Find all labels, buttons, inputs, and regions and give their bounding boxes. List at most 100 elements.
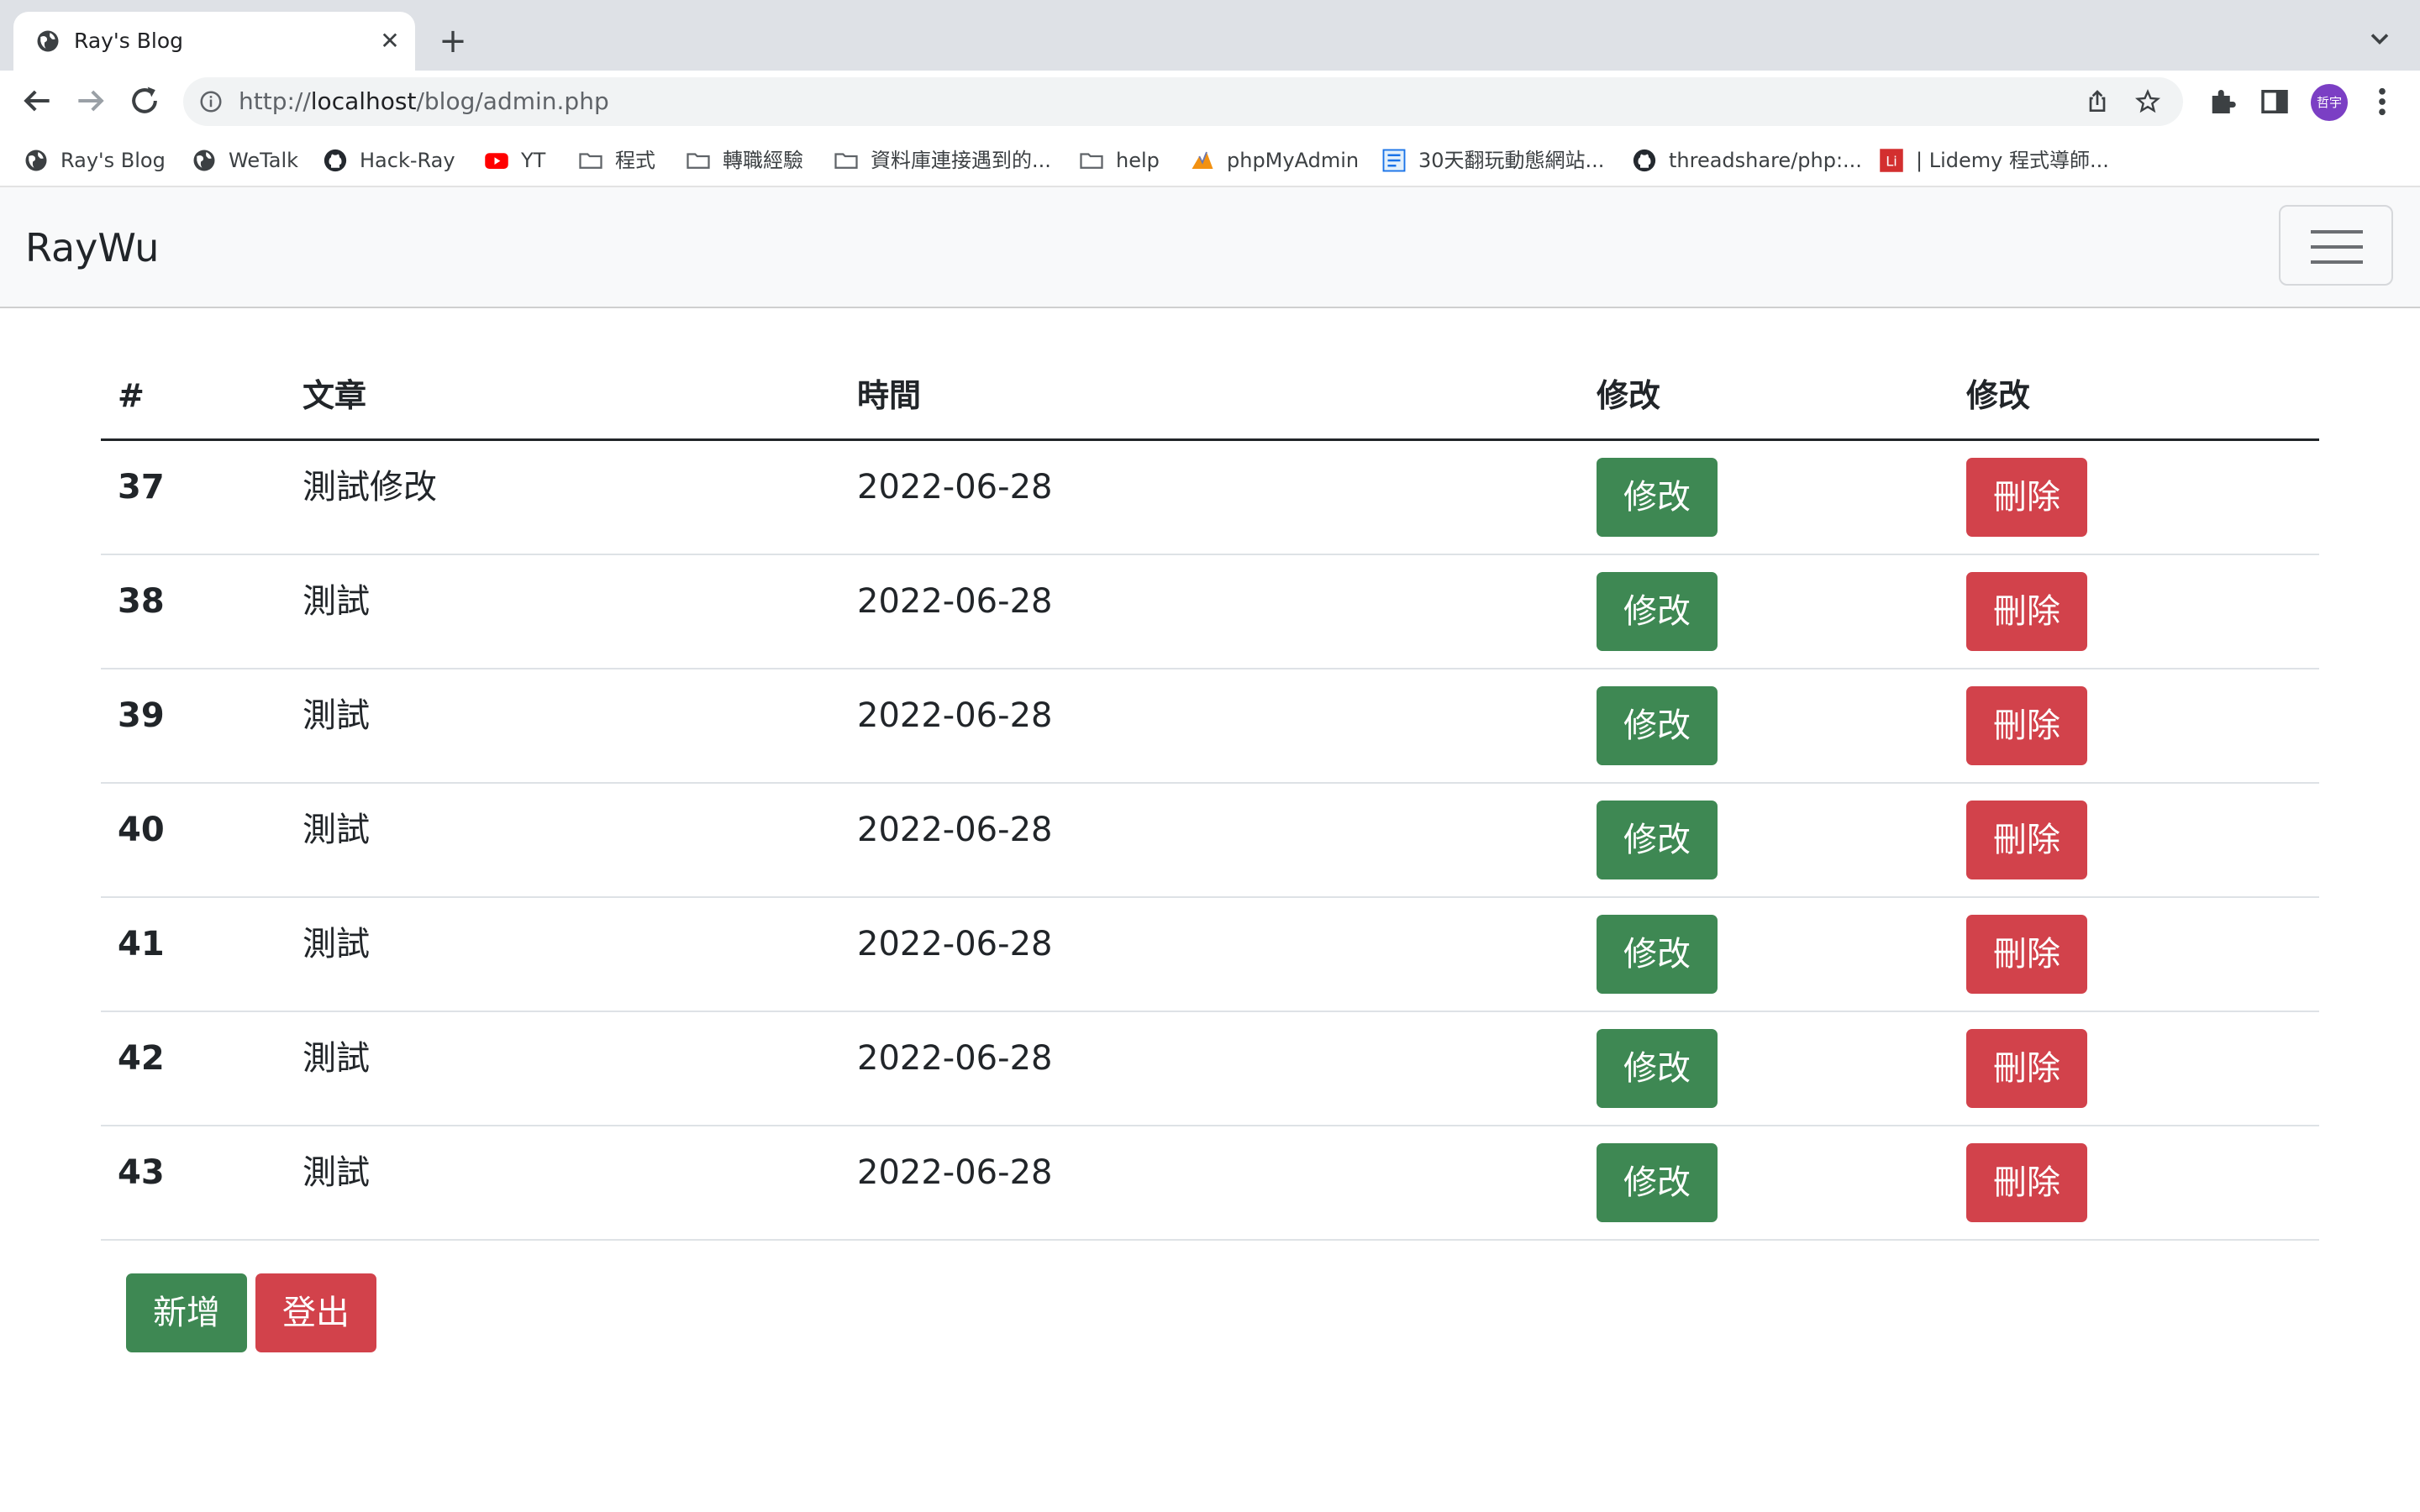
tab-strip: Ray's Blog ✕ + [0,0,2420,71]
edit-button[interactable]: 修改 [1597,915,1718,994]
post-date: 2022-06-28 [857,925,1053,963]
delete-button[interactable]: 刪除 [1966,572,2087,651]
edit-button[interactable]: 修改 [1597,1143,1718,1222]
post-date: 2022-06-28 [857,468,1053,507]
post-title: 測試修改 [302,468,437,507]
table-row: 40 測試 2022-06-28 修改 刪除 [101,784,2319,898]
url-text[interactable]: http://localhost/blog/admin.php [239,87,609,116]
tab-close-button[interactable]: ✕ [375,26,405,56]
folder-icon [1080,153,1103,169]
browser-toolbar: http://localhost/blog/admin.php 哲宇 Ray's… [0,71,2420,198]
browser-tab[interactable]: Ray's Blog ✕ [13,12,415,71]
delete-button[interactable]: 刪除 [1966,458,2087,537]
hamburger-menu-icon [2311,230,2363,264]
globe-icon [37,30,59,52]
edit-button[interactable]: 修改 [1597,458,1718,537]
post-date: 2022-06-28 [857,811,1053,849]
delete-button[interactable]: 刪除 [1966,1029,2087,1108]
post-id: 42 [118,1039,165,1078]
navbar-toggler-button[interactable] [2279,205,2393,286]
logout-button[interactable]: 登出 [255,1273,376,1352]
side-panel-icon[interactable] [2257,84,2292,119]
post-id: 41 [118,925,165,963]
bookmark-folder-help[interactable]: help [1079,144,1160,176]
post-title: 測試 [302,811,370,849]
table-row: 37 測試修改 2022-06-28 修改 刪除 [101,441,2319,555]
column-header-id: # [118,377,145,414]
bookmark-rays-blog[interactable]: Ray's Blog [24,144,166,176]
delete-button[interactable]: 刪除 [1966,915,2087,994]
column-header-delete: 修改 [1966,377,2031,414]
column-header-edit: 修改 [1597,377,1661,414]
post-id: 38 [118,582,165,621]
new-tab-button[interactable]: + [434,22,472,60]
post-date: 2022-06-28 [857,696,1053,735]
forward-arrow-icon[interactable] [72,82,109,119]
table-row: 43 測試 2022-06-28 修改 刪除 [101,1126,2319,1241]
folder-icon [687,153,710,169]
post-id: 43 [118,1153,165,1192]
column-header-time: 時間 [857,377,922,414]
bookmark-hack-ray[interactable]: Hack-Ray [323,144,455,176]
post-id: 40 [118,811,165,849]
edit-button[interactable]: 修改 [1597,1029,1718,1108]
lidemy-icon: Li [1880,149,1903,172]
add-post-button[interactable]: 新增 [126,1273,247,1352]
youtube-icon [485,153,508,169]
share-icon[interactable] [2084,88,2111,115]
edit-button[interactable]: 修改 [1597,572,1718,651]
globe-icon [193,150,215,171]
post-id: 37 [118,468,165,507]
phpmyadmin-icon [1192,151,1213,169]
delete-button[interactable]: 刪除 [1966,686,2087,765]
navbar-brand[interactable]: RayWu [25,224,159,271]
github-icon [1633,149,1656,172]
table-header: # 文章 時間 修改 修改 [101,353,2319,441]
posts-table: # 文章 時間 修改 修改 37 測試修改 2022-06-28 修改 刪除 3… [101,353,2319,1241]
edit-button[interactable]: 修改 [1597,801,1718,879]
post-title: 測試 [302,1039,370,1078]
post-date: 2022-06-28 [857,1153,1053,1192]
post-date: 2022-06-28 [857,1039,1053,1078]
table-row: 38 測試 2022-06-28 修改 刪除 [101,555,2319,669]
post-title: 測試 [302,696,370,735]
bookmark-30-days[interactable]: 30天翻玩動態網站... [1381,144,1604,176]
post-id: 39 [118,696,165,735]
folder-icon [834,153,858,169]
address-bar[interactable]: http://localhost/blog/admin.php [183,77,2183,126]
profile-avatar[interactable]: 哲宇 [2311,84,2348,121]
bookmark-folder-programs[interactable]: 程式 [578,144,655,176]
bookmark-threadshare[interactable]: threadshare/php:... [1632,144,1862,176]
bookmarks-bar: Ray's Blog WeTalk Hack-Ray YT 程式 轉職經驗 資料… [0,136,2420,185]
more-menu-icon[interactable] [2370,84,2395,119]
github-icon [324,149,347,172]
post-date: 2022-06-28 [857,582,1053,621]
delete-button[interactable]: 刪除 [1966,801,2087,879]
globe-icon [25,150,47,171]
back-arrow-icon[interactable] [18,82,55,119]
table-row: 39 測試 2022-06-28 修改 刪除 [101,669,2319,784]
bookmark-wetalk[interactable]: WeTalk [192,144,298,176]
extensions-puzzle-icon[interactable] [2205,84,2240,119]
post-title: 測試 [302,582,370,621]
site-icon [1382,149,1406,172]
chevron-down-icon[interactable] [2365,24,2395,54]
site-navbar: RayWu [0,186,2420,308]
reload-icon[interactable] [126,82,163,119]
bookmark-lidemy[interactable]: Li | Lidemy 程式導師... [1879,144,2109,176]
delete-button[interactable]: 刪除 [1966,1143,2087,1222]
star-icon[interactable] [2134,88,2161,115]
table-row: 41 測試 2022-06-28 修改 刪除 [101,898,2319,1012]
folder-icon [579,153,602,169]
post-title: 測試 [302,925,370,963]
bookmark-folder-database[interactable]: 資料庫連接遇到的... [834,144,1051,176]
bookmark-folder-career[interactable]: 轉職經驗 [686,144,803,176]
tab-title: Ray's Blog [74,29,184,53]
edit-button[interactable]: 修改 [1597,686,1718,765]
table-row: 42 測試 2022-06-28 修改 刪除 [101,1012,2319,1126]
column-header-article: 文章 [302,377,367,414]
svg-text:Li: Li [1886,153,1897,169]
info-icon[interactable] [198,89,224,114]
bookmark-yt[interactable]: YT [484,144,545,176]
bookmark-phpmyadmin[interactable]: phpMyAdmin [1190,144,1359,176]
